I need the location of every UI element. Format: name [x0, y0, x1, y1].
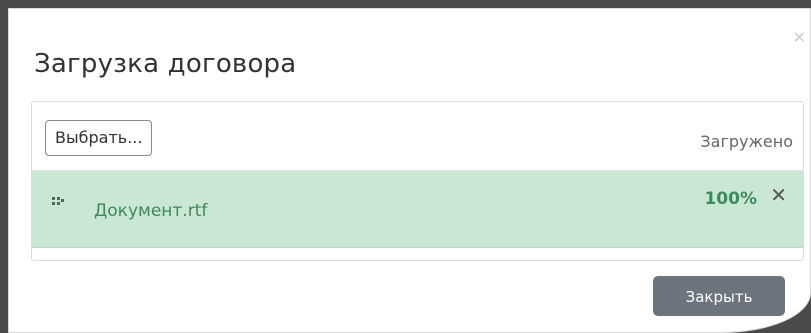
- uploaded-column-label: Загружено: [700, 132, 793, 151]
- upload-panel: Выбрать... Загружено Документ.rtf 100% ✕: [31, 101, 804, 261]
- upload-panel-header: Выбрать... Загружено: [32, 102, 803, 171]
- dialog-close-icon[interactable]: ×: [793, 29, 806, 45]
- drag-handle-icon[interactable]: [52, 197, 64, 207]
- file-row: Документ.rtf 100% ✕: [32, 171, 803, 248]
- dialog-title: Загрузка договора: [34, 49, 297, 79]
- file-name: Документ.rtf: [94, 201, 208, 221]
- upload-progress-percent: 100%: [704, 189, 757, 209]
- remove-file-icon[interactable]: ✕: [770, 185, 787, 205]
- close-button[interactable]: Закрыть: [653, 276, 785, 316]
- upload-dialog: × Загрузка договора Выбрать... Загружено…: [8, 8, 811, 333]
- choose-file-button[interactable]: Выбрать...: [45, 120, 153, 156]
